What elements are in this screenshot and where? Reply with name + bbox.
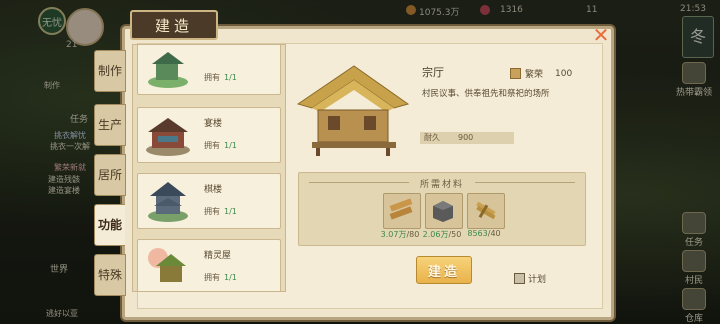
material-slot[interactable] — [425, 193, 463, 229]
building-name: 棋楼 — [204, 185, 223, 195]
stone-block-icon — [433, 201, 453, 222]
material-quantity: 8563/40 — [467, 229, 501, 238]
building-thumbnail — [148, 52, 188, 88]
plan-label: 计划 — [528, 275, 547, 285]
building-name: 精灵屋 — [204, 251, 232, 261]
divider — [475, 182, 575, 183]
building-list[interactable]: 拥有 1/1 宴楼 拥有 1/1 棋楼 拥有 1/1 精灵屋 拥有 1/1 — [132, 44, 286, 292]
prosperity-value: 100 — [555, 68, 573, 79]
tab-make[interactable]: 制作 — [94, 50, 126, 92]
close-button[interactable]: ✕ — [592, 25, 610, 45]
building-illustration — [296, 65, 410, 156]
list-item[interactable]: 拥有 1/1 — [137, 45, 281, 95]
building-name: 宴楼 — [204, 119, 223, 129]
building-thumbnail — [146, 118, 190, 156]
list-item[interactable]: 棋楼 拥有 1/1 — [137, 173, 281, 229]
tab-produce[interactable]: 生产 — [94, 104, 126, 146]
tab-function[interactable]: 功能 — [94, 204, 125, 246]
building-detail-name: 宗厅 — [422, 66, 444, 79]
checkbox[interactable] — [514, 273, 525, 284]
wood-plank-icon — [389, 198, 413, 220]
material-slot[interactable] — [383, 193, 421, 229]
bamboo-bundle-icon — [476, 201, 496, 220]
prosperity: 繁荣 100 — [510, 67, 572, 80]
durability: 耐久 900 — [420, 132, 514, 144]
dialog-title: 建造 — [130, 10, 218, 40]
materials-panel: 所需材料 3.07万/80 2.06万/50 8563/40 — [298, 172, 586, 246]
building-description: 村民议事、供奉祖先和祭祀的场所 — [422, 89, 550, 99]
material-slot[interactable] — [467, 193, 505, 229]
build-button[interactable]: 建造 — [416, 256, 472, 284]
materials-title: 所需材料 — [419, 180, 464, 190]
plan-checkbox[interactable]: 计划 — [514, 272, 546, 285]
owned-count: 拥有 1/1 — [204, 273, 237, 282]
tab-special[interactable]: 特殊 — [94, 254, 126, 296]
prosperity-icon — [510, 68, 521, 79]
tab-residence[interactable]: 居所 — [94, 154, 126, 196]
list-item[interactable]: 精灵屋 拥有 1/1 — [137, 239, 281, 291]
list-item[interactable]: 宴楼 拥有 1/1 — [137, 107, 281, 163]
building-thumbnail — [148, 248, 186, 282]
owned-count: 拥有 1/1 — [204, 73, 237, 82]
owned-count: 拥有 1/1 — [204, 207, 237, 216]
owned-count: 拥有 1/1 — [204, 141, 237, 150]
building-thumbnail — [148, 182, 188, 222]
